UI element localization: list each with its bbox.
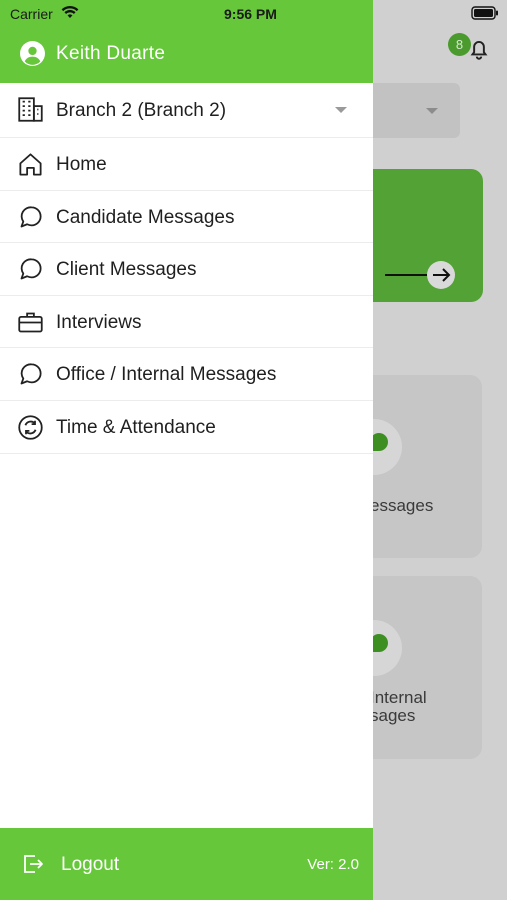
user-avatar-icon <box>20 41 45 66</box>
branch-selector-label: Branch 2 (Branch 2) <box>56 100 227 121</box>
clock-time: 9:56 PM <box>224 6 277 22</box>
background-branch-select <box>360 83 460 138</box>
chat-bubble-icon <box>20 258 42 280</box>
background-messages-card: essages <box>360 375 482 558</box>
clock-cycle-icon <box>18 415 43 440</box>
menu-item-interviews[interactable]: Interviews <box>0 296 373 349</box>
drawer-header: Keith Duarte <box>0 28 373 83</box>
background-internal-card: Internal sages <box>360 576 482 759</box>
chat-bubble-icon <box>20 206 42 227</box>
home-icon <box>19 153 42 176</box>
wifi-icon <box>61 5 79 18</box>
status-bar: Carrier 9:56 PM <box>0 0 373 28</box>
branch-selector[interactable]: Branch 2 (Branch 2) <box>0 83 373 138</box>
menu-item-office-internal-messages[interactable]: Office / Internal Messages <box>0 348 373 401</box>
briefcase-icon <box>18 312 43 333</box>
menu-item-client-messages[interactable]: Client Messages <box>0 243 373 296</box>
logout-icon[interactable] <box>20 852 46 876</box>
navigation-drawer: Carrier 9:56 PM Keith Duarte Branch 2 (B… <box>0 0 373 900</box>
arrow-right-icon <box>385 261 455 289</box>
chevron-down-icon <box>335 107 347 113</box>
menu-item-candidate-messages[interactable]: Candidate Messages <box>0 191 373 244</box>
chat-bubble-icon <box>20 363 42 385</box>
bell-icon[interactable] <box>466 36 492 62</box>
drawer-footer: Logout Ver: 2.0 <box>0 828 373 900</box>
logout-button[interactable]: Logout <box>61 854 119 876</box>
menu-item-home[interactable]: Home <box>0 138 373 191</box>
user-name: Keith Duarte <box>56 43 166 64</box>
battery-icon <box>471 6 498 20</box>
carrier-label: Carrier <box>10 6 53 22</box>
menu-item-time-attendance[interactable]: Time & Attendance <box>0 401 373 454</box>
building-icon <box>18 97 43 122</box>
drawer-menu: Branch 2 (Branch 2) Home Candidate Messa… <box>0 83 373 454</box>
version-label: Ver: 2.0 <box>307 856 359 873</box>
